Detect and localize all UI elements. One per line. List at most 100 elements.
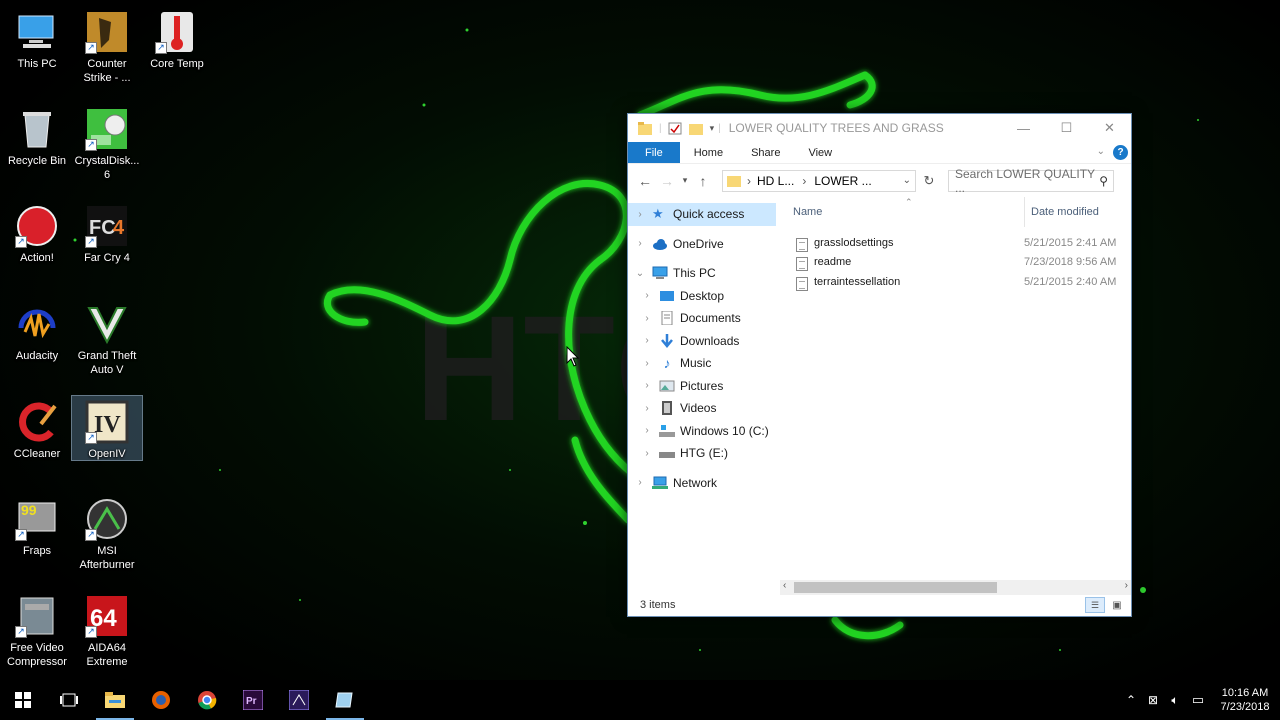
- desktop-icon-action[interactable]: ↗ Action!: [2, 200, 72, 265]
- maximize-button[interactable]: ☐: [1045, 114, 1088, 142]
- desktop-icon-msi-afterburner[interactable]: ↗ MSI Afterburner: [72, 493, 142, 572]
- details-view-icon[interactable]: ☰: [1085, 597, 1105, 613]
- address-dropdown-icon[interactable]: ⌄: [903, 175, 911, 186]
- navigation-pane: › ★ Quick access › OneDrive ⌄ This PC › …: [628, 203, 776, 583]
- nav-item-this-pc[interactable]: ⌄ This PC: [628, 262, 776, 285]
- expand-arrow-icon[interactable]: ›: [634, 477, 646, 488]
- tab-home[interactable]: Home: [680, 142, 737, 163]
- task-view-button[interactable]: [46, 680, 92, 720]
- nav-item-onedrive[interactable]: › OneDrive: [628, 233, 776, 256]
- nav-item-network[interactable]: › Network: [628, 472, 776, 495]
- nav-item-drive-e[interactable]: › HTG (E:): [628, 442, 776, 465]
- forward-button[interactable]: →: [656, 173, 678, 189]
- action-center-icon[interactable]: ▭: [1186, 692, 1210, 708]
- expand-arrow-icon[interactable]: ›: [641, 290, 653, 301]
- file-row[interactable]: readme 7/23/2018 9:56 AM: [780, 253, 1133, 273]
- nav-item-desktop[interactable]: › Desktop: [628, 285, 776, 308]
- tab-view[interactable]: View: [794, 142, 846, 163]
- expand-arrow-icon[interactable]: ›: [641, 380, 653, 391]
- column-header-name[interactable]: Name: [780, 206, 1024, 218]
- nav-item-videos[interactable]: › Videos: [628, 397, 776, 420]
- customize-qat-icon[interactable]: ▾: [710, 123, 715, 134]
- taskbar-notepad[interactable]: [322, 680, 368, 720]
- desktop-icon-label: Audacity: [15, 350, 59, 362]
- taskbar-premiere-pro[interactable]: Pr: [230, 680, 276, 720]
- search-input[interactable]: Search LOWER QUALITY ... ⚲: [948, 167, 1114, 195]
- recycle-bin-icon: [15, 107, 59, 151]
- desktop-icon-aida64[interactable]: 64 ↗ AIDA64 Extreme: [72, 590, 142, 669]
- up-button[interactable]: ↑: [692, 173, 714, 189]
- tab-share[interactable]: Share: [737, 142, 794, 163]
- clock[interactable]: 10:16 AM 7/23/2018: [1210, 686, 1280, 714]
- desktop-icon-gta-v[interactable]: Grand Theft Auto V: [72, 298, 142, 377]
- show-hidden-icons-icon[interactable]: ⌃: [1120, 693, 1142, 707]
- download-arrow-icon: [661, 333, 673, 348]
- desktop-icon-crystaldisk[interactable]: ↗ CrystalDisk... 6: [72, 103, 142, 182]
- collapse-arrow-icon[interactable]: ⌄: [634, 268, 646, 279]
- music-note-icon: ♪: [663, 355, 671, 372]
- nav-label: Quick access: [673, 207, 745, 222]
- desktop-icon-openiv[interactable]: IV ↗ OpenIV: [71, 395, 143, 461]
- expand-arrow-icon[interactable]: ›: [634, 209, 646, 220]
- taskbar-app-purple[interactable]: [276, 680, 322, 720]
- file-row[interactable]: terraintessellation 5/21/2015 2:40 AM: [780, 272, 1133, 292]
- desktop-icon-this-pc[interactable]: This PC: [2, 6, 72, 71]
- network-icon: [652, 476, 668, 489]
- nav-item-documents[interactable]: › Documents: [628, 307, 776, 330]
- desktop-icon-audacity[interactable]: Audacity: [2, 298, 72, 363]
- horizontal-scrollbar[interactable]: ‹ ›: [780, 580, 1131, 595]
- nav-item-music[interactable]: › ♪ Music: [628, 352, 776, 375]
- desktop-icon-ccleaner[interactable]: CCleaner: [2, 396, 72, 461]
- desktop-icon-recycle-bin[interactable]: Recycle Bin: [2, 103, 72, 168]
- expand-arrow-icon[interactable]: ›: [641, 313, 653, 324]
- taskbar-firefox[interactable]: [138, 680, 184, 720]
- tab-file[interactable]: File: [628, 142, 680, 163]
- desktop-icon-far-cry-4[interactable]: FC 4 ↗ Far Cry 4: [72, 200, 142, 265]
- desktop-icon-counter-strike[interactable]: ↗ Counter Strike - ...: [72, 6, 142, 85]
- desktop-icon-label: CCleaner: [13, 448, 61, 460]
- help-icon[interactable]: ?: [1113, 145, 1128, 160]
- desktop-icon-core-temp[interactable]: ↗ Core Temp: [142, 6, 212, 71]
- computer-icon: [652, 266, 668, 280]
- desktop-icon-fraps[interactable]: 99 ↗ Fraps: [2, 493, 72, 558]
- expand-ribbon-icon[interactable]: ⌄: [1097, 146, 1105, 157]
- nav-item-downloads[interactable]: › Downloads: [628, 330, 776, 353]
- volume-icon[interactable]: 🔈︎: [1164, 693, 1186, 708]
- file-explorer-window[interactable]: | ▾ | LOWER QUALITY TREES AND GRASS — ☐ …: [627, 113, 1132, 617]
- expand-arrow-icon[interactable]: ›: [641, 448, 653, 459]
- breadcrumb-segment[interactable]: HD L...: [757, 174, 794, 188]
- title-bar[interactable]: | ▾ | LOWER QUALITY TREES AND GRASS — ☐ …: [628, 114, 1131, 142]
- scroll-right-icon[interactable]: ›: [1125, 580, 1128, 591]
- new-folder-icon[interactable]: [688, 122, 703, 135]
- expand-arrow-icon[interactable]: ›: [641, 425, 653, 436]
- desktop-icon-label: MSI Afterburner: [79, 545, 135, 571]
- nav-item-pictures[interactable]: › Pictures: [628, 375, 776, 398]
- large-icons-view-icon[interactable]: ▣: [1107, 597, 1127, 613]
- taskbar-file-explorer[interactable]: [92, 680, 138, 720]
- desktop-icon-label: Far Cry 4: [84, 252, 130, 264]
- expand-arrow-icon[interactable]: ›: [634, 238, 646, 249]
- desktop-icon-free-video-compressor[interactable]: ↗ Free Video Compressor: [2, 590, 72, 669]
- network-status-icon[interactable]: ⊠: [1142, 693, 1164, 707]
- address-bar[interactable]: › HD L... › LOWER ... ⌄: [722, 169, 916, 192]
- expand-arrow-icon[interactable]: ›: [641, 403, 653, 414]
- properties-icon[interactable]: [668, 122, 682, 135]
- scroll-left-icon[interactable]: ‹: [783, 580, 786, 591]
- back-button[interactable]: ←: [634, 173, 656, 189]
- windows-drive-icon: [659, 424, 675, 437]
- scrollbar-thumb[interactable]: [794, 582, 997, 593]
- nav-item-drive-c[interactable]: › Windows 10 (C:): [628, 420, 776, 443]
- recent-locations-button[interactable]: ▾: [678, 175, 692, 186]
- close-button[interactable]: ✕: [1088, 114, 1131, 142]
- column-header-date[interactable]: Date modified: [1024, 197, 1099, 227]
- nav-item-quick-access[interactable]: › ★ Quick access: [628, 203, 776, 226]
- taskbar-chrome[interactable]: [184, 680, 230, 720]
- start-button[interactable]: [0, 680, 46, 720]
- minimize-button[interactable]: —: [1002, 114, 1045, 142]
- expand-arrow-icon[interactable]: ›: [641, 358, 653, 369]
- desktop-icon-label: Action!: [20, 252, 54, 264]
- file-row[interactable]: grasslodsettings 5/21/2015 2:41 AM: [780, 233, 1133, 253]
- refresh-icon[interactable]: ↻: [920, 173, 938, 189]
- expand-arrow-icon[interactable]: ›: [641, 335, 653, 346]
- breadcrumb-segment[interactable]: LOWER ...: [814, 174, 871, 188]
